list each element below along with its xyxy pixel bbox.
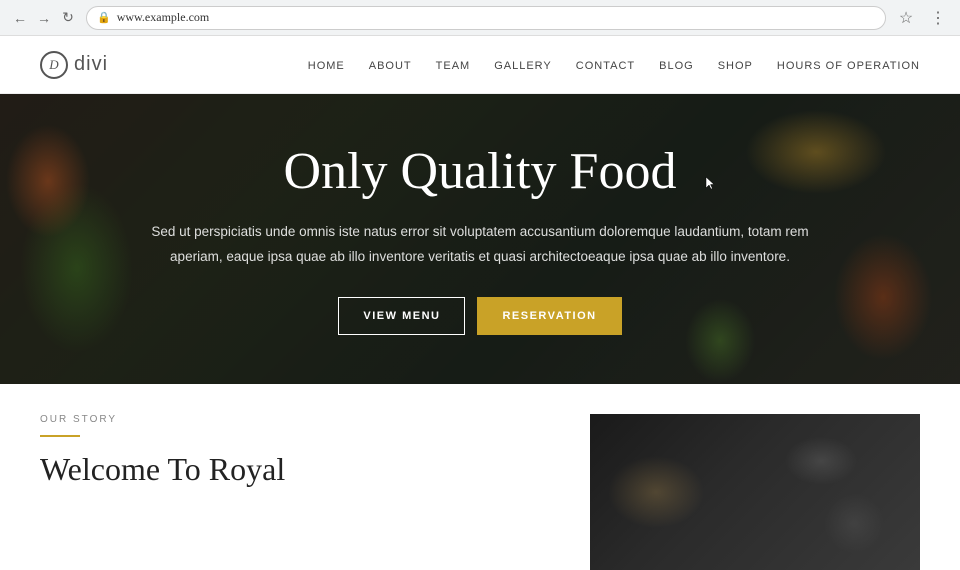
nav-item-contact[interactable]: CONTACT bbox=[576, 56, 635, 74]
bookmark-button[interactable]: ☆ bbox=[894, 6, 918, 30]
story-title: Welcome To Royal bbox=[40, 451, 550, 488]
nav-item-gallery[interactable]: GALLERY bbox=[494, 56, 552, 74]
url-text: www.example.com bbox=[117, 10, 210, 25]
story-section: OUR STORY Welcome To Royal bbox=[40, 414, 550, 510]
hero-subtitle: Sed ut perspiciatis unde omnis iste natu… bbox=[150, 220, 810, 269]
hero-buttons: VIEW MENU RESERVATION bbox=[150, 297, 810, 335]
nav-links: HOME ABOUT TEAM GALLERY CONTACT BLOG SHO… bbox=[308, 56, 920, 74]
hero-section: Only Quality Food Sed ut perspiciatis un… bbox=[0, 94, 960, 384]
lock-icon: 🔒 bbox=[97, 11, 111, 24]
hero-content: Only Quality Food Sed ut perspiciatis un… bbox=[130, 143, 830, 335]
nav-item-blog[interactable]: BLOG bbox=[659, 56, 694, 74]
nav-item-shop[interactable]: SHOP bbox=[718, 56, 753, 74]
nav-buttons: ← → ↻ bbox=[10, 8, 78, 28]
browser-chrome: ← → ↻ 🔒 www.example.com ☆ ⋮ bbox=[0, 0, 960, 36]
logo-name: divi bbox=[74, 53, 108, 76]
nav-item-home[interactable]: HOME bbox=[308, 56, 345, 74]
nav-item-hours[interactable]: HOURS OF OPERATION bbox=[777, 56, 920, 74]
nav-link-team[interactable]: TEAM bbox=[436, 60, 471, 72]
nav-link-hours[interactable]: HOURS OF OPERATION bbox=[777, 60, 920, 72]
reload-button[interactable]: ↻ bbox=[58, 8, 78, 28]
hero-title: Only Quality Food bbox=[150, 143, 810, 200]
more-menu-button[interactable]: ⋮ bbox=[926, 6, 950, 30]
below-fold: OUR STORY Welcome To Royal bbox=[0, 384, 960, 540]
top-nav: D divi HOME ABOUT TEAM GALLERY CONTACT B… bbox=[0, 36, 960, 94]
nav-link-gallery[interactable]: GALLERY bbox=[494, 60, 552, 72]
nav-link-about[interactable]: ABOUT bbox=[369, 60, 412, 72]
address-bar[interactable]: 🔒 www.example.com bbox=[86, 6, 886, 30]
nav-link-home[interactable]: HOME bbox=[308, 60, 345, 72]
nav-item-team[interactable]: TEAM bbox=[436, 56, 471, 74]
nav-item-about[interactable]: ABOUT bbox=[369, 56, 412, 74]
forward-button[interactable]: → bbox=[34, 8, 54, 28]
logo-icon: D bbox=[40, 51, 68, 79]
logo[interactable]: D divi bbox=[40, 51, 108, 79]
view-menu-button[interactable]: VIEW MENU bbox=[338, 297, 465, 335]
website: D divi HOME ABOUT TEAM GALLERY CONTACT B… bbox=[0, 36, 960, 540]
nav-link-blog[interactable]: BLOG bbox=[659, 60, 694, 72]
reservation-button[interactable]: RESERVATION bbox=[477, 297, 621, 335]
nav-link-contact[interactable]: CONTACT bbox=[576, 60, 635, 72]
back-button[interactable]: ← bbox=[10, 8, 30, 28]
section-label: OUR STORY bbox=[40, 414, 550, 425]
nav-link-shop[interactable]: SHOP bbox=[718, 60, 753, 72]
story-image bbox=[590, 414, 920, 570]
section-underline bbox=[40, 435, 80, 437]
